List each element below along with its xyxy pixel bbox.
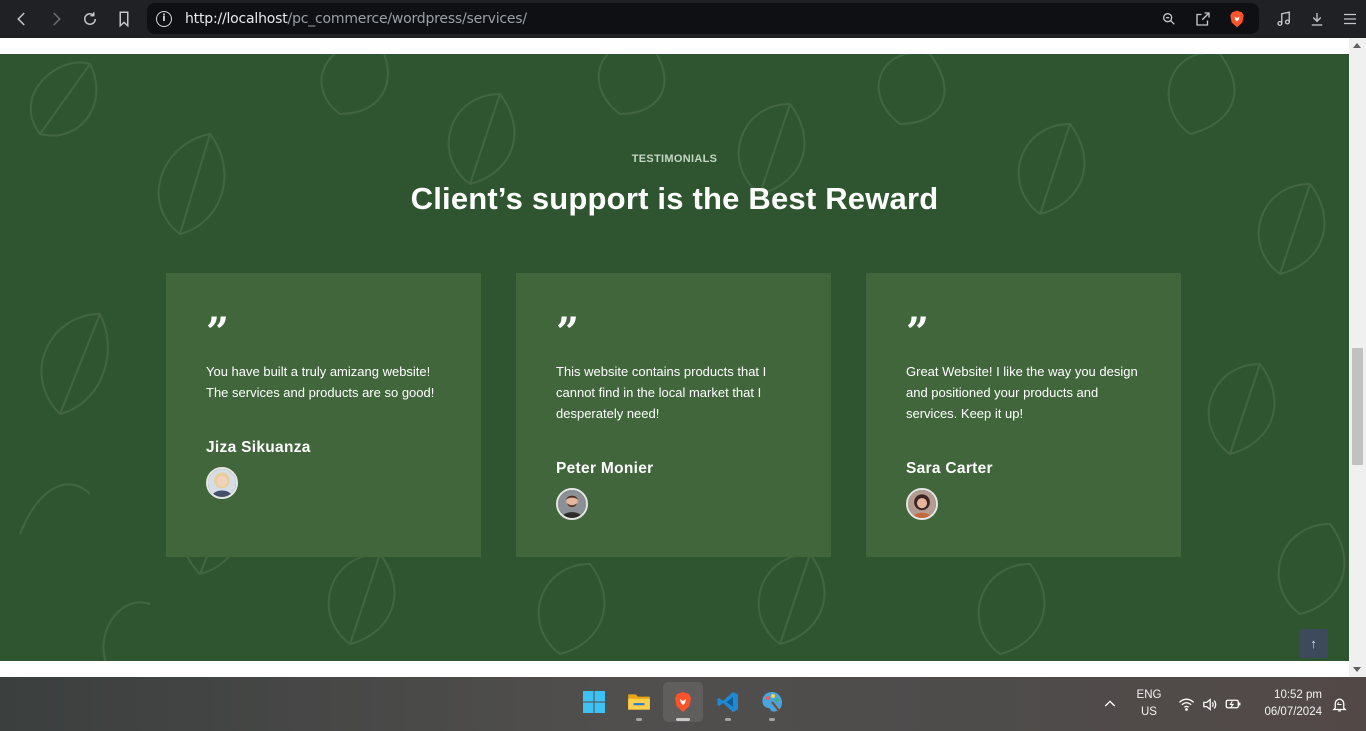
back-button[interactable] bbox=[5, 2, 39, 36]
browser-toolbar: i http://localhost/pc_commerce/wordpress… bbox=[0, 0, 1366, 38]
testimonial-text: Great Website! I like the way you design… bbox=[906, 364, 1138, 421]
keyboard-layout: US bbox=[1141, 706, 1157, 718]
reload-icon bbox=[84, 12, 96, 25]
file-explorer-button[interactable] bbox=[619, 682, 659, 722]
paint-button[interactable] bbox=[752, 682, 792, 722]
testimonial-card: ” Great Website! I like the way you desi… bbox=[866, 273, 1181, 557]
battery-charging-icon bbox=[1225, 699, 1241, 709]
volume-icon bbox=[1203, 697, 1217, 711]
scrollbar-thumb[interactable] bbox=[1352, 348, 1363, 465]
media-icon[interactable] bbox=[1273, 9, 1294, 30]
show-hidden-icons-button[interactable] bbox=[1102, 677, 1118, 731]
language-code: ENG bbox=[1136, 689, 1162, 701]
chevron-left-icon bbox=[17, 12, 25, 26]
system-status-icons[interactable] bbox=[1178, 677, 1242, 731]
client-name: Peter Monier bbox=[556, 460, 654, 477]
vs-code-icon bbox=[717, 692, 738, 712]
windows-start-button[interactable] bbox=[574, 682, 614, 722]
forward-button[interactable] bbox=[39, 2, 73, 36]
system-clock[interactable]: 10:52 pm 06/07/2024 bbox=[1252, 687, 1322, 721]
testimonial-card: ” This website contains products that I … bbox=[516, 273, 831, 557]
bookmark-button[interactable] bbox=[107, 2, 141, 36]
page-viewport: TESTIMONIALS Client’s support is the Bes… bbox=[0, 38, 1349, 677]
app-running-indicator bbox=[636, 718, 642, 721]
site-info-icon[interactable]: i bbox=[156, 10, 172, 27]
brave-browser-button[interactable] bbox=[663, 682, 703, 722]
download-icon[interactable] bbox=[1306, 9, 1327, 30]
folder-icon bbox=[628, 694, 650, 710]
testimonial-text: You have built a truly amizang website! … bbox=[206, 364, 435, 400]
woman-blonde-avatar bbox=[206, 467, 238, 499]
testimonial-card: ” You have built a truly amizang website… bbox=[166, 273, 481, 557]
app-active-indicator bbox=[676, 718, 690, 721]
bookmark-icon bbox=[119, 11, 129, 28]
reload-button[interactable] bbox=[73, 2, 107, 36]
clock-time: 10:52 pm bbox=[1274, 689, 1322, 701]
url-path: /pc_commerce/wordpress/services/ bbox=[287, 10, 528, 27]
testimonial-text: This website contains products that I ca… bbox=[556, 364, 767, 421]
notification-bell-icon bbox=[1332, 698, 1347, 712]
vs-code-button[interactable] bbox=[708, 682, 748, 722]
browser-right-tools bbox=[1273, 2, 1360, 36]
quote-icon: ” bbox=[906, 309, 929, 356]
notifications-button[interactable] bbox=[1331, 677, 1348, 731]
client-name: Sara Carter bbox=[906, 460, 993, 477]
testimonials-section: TESTIMONIALS Client’s support is the Bes… bbox=[0, 54, 1349, 661]
paint-palette-icon bbox=[762, 692, 782, 713]
woman-dark-hair-avatar bbox=[906, 488, 938, 520]
quote-icon: ” bbox=[556, 309, 579, 356]
url-host: http://localhost bbox=[185, 10, 288, 27]
quote-icon: ” bbox=[206, 309, 229, 356]
man-beard-avatar bbox=[556, 488, 588, 520]
zoom-icon[interactable] bbox=[1159, 9, 1179, 29]
address-bar-actions bbox=[1159, 3, 1247, 34]
wifi-icon bbox=[1178, 698, 1195, 711]
menu-icon[interactable] bbox=[1339, 9, 1360, 30]
scroll-down-arrow-icon[interactable] bbox=[1353, 667, 1361, 672]
client-name: Jiza Sikuanza bbox=[206, 439, 311, 456]
url-text[interactable]: http://localhost/pc_commerce/wordpress/s… bbox=[185, 11, 527, 27]
arrow-up-icon: ↑ bbox=[1310, 636, 1317, 651]
chevron-up-icon bbox=[1104, 700, 1116, 707]
section-heading: Client’s support is the Best Reward bbox=[410, 181, 939, 216]
page-scrollbar[interactable] bbox=[1349, 38, 1366, 677]
app-running-indicator bbox=[725, 718, 731, 721]
clock-date: 06/07/2024 bbox=[1264, 706, 1322, 718]
section-eyebrow: TESTIMONIALS bbox=[631, 153, 718, 165]
scroll-up-arrow-icon[interactable] bbox=[1353, 43, 1361, 48]
language-indicator[interactable]: ENG US bbox=[1134, 687, 1164, 721]
share-icon[interactable] bbox=[1193, 9, 1213, 29]
brave-shields-icon[interactable] bbox=[1227, 9, 1247, 29]
address-bar[interactable]: i http://localhost/pc_commerce/wordpress… bbox=[147, 3, 1259, 34]
windows-taskbar: ENG US 10:52 pm 06/07/2024 bbox=[0, 677, 1366, 731]
app-running-indicator bbox=[769, 718, 775, 721]
windows-logo-icon bbox=[583, 691, 605, 713]
chevron-right-icon bbox=[53, 12, 61, 26]
brave-logo-icon bbox=[675, 692, 691, 712]
scroll-to-top-button[interactable]: ↑ bbox=[1299, 629, 1328, 658]
